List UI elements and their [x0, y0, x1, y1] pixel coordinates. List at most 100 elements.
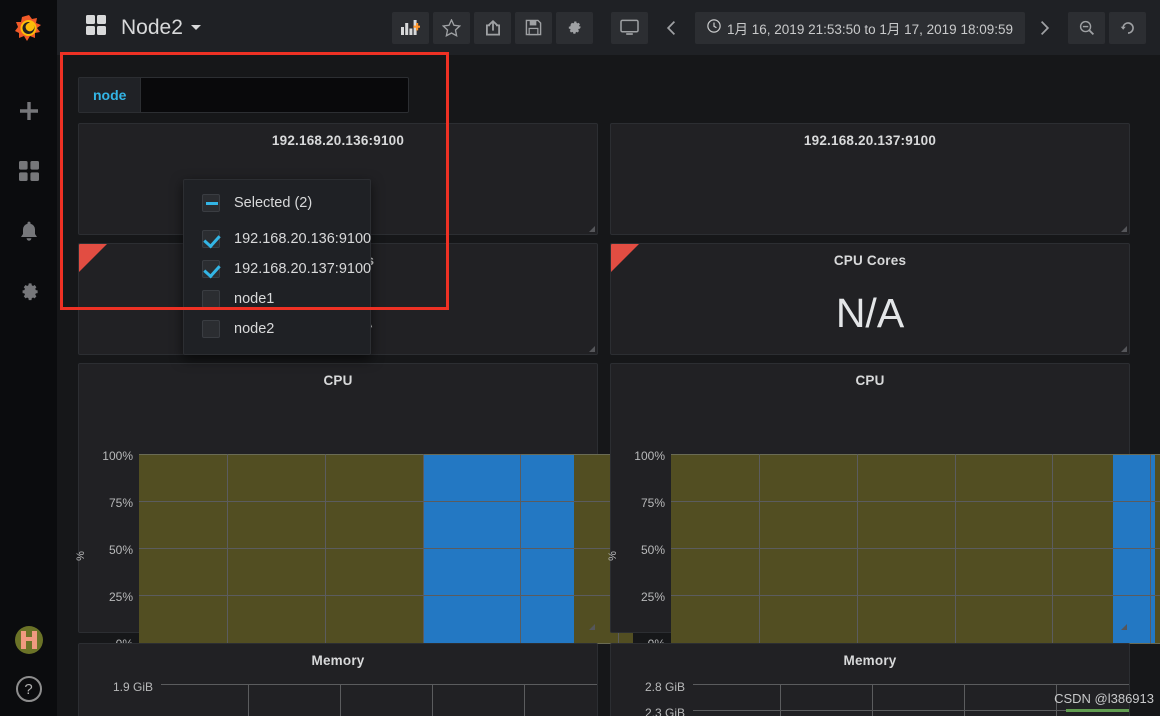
- gridline-h: [139, 595, 633, 596]
- help-question-icon[interactable]: ?: [15, 676, 42, 702]
- dashboard-action-buttons: 1月 16, 2019 21:53:50 to 1月 17, 2019 18:0…: [392, 11, 1150, 44]
- panel-title: Memory: [311, 653, 365, 668]
- y-tick-50: 50%: [640, 543, 665, 557]
- alert-state-icon: !: [79, 244, 107, 272]
- gridline-v: [226, 454, 228, 644]
- gridline-h: [139, 501, 633, 502]
- dropdown-selected-header[interactable]: Selected (2): [184, 188, 370, 224]
- variable-node-input[interactable]: [140, 78, 409, 112]
- checkbox-checked-icon[interactable]: [202, 230, 220, 248]
- dropdown-option-label: node1: [234, 291, 275, 307]
- gridline-v: [954, 454, 956, 644]
- checkbox-partial-icon[interactable]: [202, 194, 220, 212]
- y-tick-25: 25%: [108, 590, 133, 604]
- panel-resize-handle[interactable]: [1121, 226, 1127, 232]
- variable-node-dropdown[interactable]: Selected (2) 192.168.20.136:9100 192.168…: [183, 179, 371, 355]
- gridline-v: [340, 684, 342, 716]
- dropdown-option-3[interactable]: node2: [184, 314, 370, 344]
- gridline-v: [1150, 454, 1152, 644]
- gridline-h: [671, 548, 1160, 549]
- gridline-h: [139, 454, 633, 455]
- panel-title: Memory: [843, 653, 897, 668]
- template-variable-row: node: [78, 77, 410, 113]
- checkbox-unchecked-icon[interactable]: [202, 320, 220, 338]
- panel-title: CPU: [323, 373, 353, 388]
- gridline-v: [758, 454, 760, 644]
- sidebar-bottom: ?: [0, 626, 57, 702]
- time-range-label: 1月 16, 2019 21:53:50 to 1月 17, 2019 18:0…: [727, 21, 1013, 37]
- refresh-button[interactable]: [1109, 11, 1146, 44]
- panel-title: CPU: [855, 373, 885, 388]
- sidebar-item-configuration[interactable]: [16, 278, 42, 304]
- gridline-v: [520, 454, 522, 644]
- gridline-v: [432, 684, 434, 716]
- sidebar-item-alerting[interactable]: [16, 218, 42, 244]
- alert-state-icon: !: [611, 244, 639, 272]
- series-region-idle: [423, 454, 574, 644]
- dropdown-option-0[interactable]: 192.168.20.136:9100: [184, 224, 371, 254]
- y-tick-25: 25%: [640, 590, 665, 604]
- dashboard-title-group[interactable]: Node2: [85, 14, 201, 41]
- gridline-h: [139, 548, 633, 549]
- gridline-h: [671, 454, 1160, 455]
- zoom-out-button[interactable]: [1068, 11, 1105, 44]
- dashboard-body: node 192.168.20.136:9100 192.168.20.137:…: [57, 55, 1160, 716]
- add-panel-button[interactable]: [392, 11, 430, 44]
- time-range-prev-button[interactable]: [652, 12, 689, 44]
- page-title: Node2: [121, 15, 183, 39]
- plot-area: [671, 454, 1160, 644]
- settings-button[interactable]: [556, 11, 594, 44]
- gridline-h: [671, 595, 1160, 596]
- series-region-nodata: [671, 454, 1160, 644]
- left-sidebar: ?: [0, 0, 57, 716]
- dropdown-option-label: 192.168.20.137:9100: [234, 261, 372, 277]
- y-tick-0: 2.3 GiB: [644, 706, 685, 716]
- time-range-picker[interactable]: 1月 16, 2019 21:53:50 to 1月 17, 2019 18:0…: [695, 11, 1025, 44]
- user-avatar-icon[interactable]: [14, 626, 43, 654]
- chevron-down-icon[interactable]: [190, 25, 201, 30]
- dropdown-option-label: node2: [234, 321, 275, 337]
- panel-resize-handle[interactable]: [1121, 624, 1127, 630]
- series-region-idle: [1113, 454, 1156, 644]
- gridline-h: [693, 710, 1129, 711]
- panel-resize-handle[interactable]: [589, 226, 595, 232]
- y-tick-1: 2.8 GiB: [644, 680, 685, 694]
- panel-title: 192.168.20.137:9100: [803, 133, 937, 148]
- top-navbar: Node2 1月 16, 2019 21:53:50 to 1月 17, 201…: [57, 0, 1160, 55]
- checkbox-checked-icon[interactable]: [202, 260, 220, 278]
- star-button[interactable]: [433, 11, 471, 44]
- panel-cpu-left[interactable]: CPU % 100% 75% 50% 25% 0% 00:00: [75, 363, 633, 681]
- dropdown-option-1[interactable]: 192.168.20.137:9100: [184, 254, 372, 284]
- sidebar-item-dashboards[interactable]: [16, 158, 42, 184]
- share-button[interactable]: [474, 11, 512, 44]
- y-tick-0: 1.9 GiB: [112, 680, 153, 694]
- panel-resize-handle[interactable]: [589, 624, 595, 630]
- y-tick-75: 75%: [640, 496, 665, 510]
- dropdown-selected-label: Selected (2): [234, 195, 313, 211]
- panel-cpu-right[interactable]: CPU % 100% 75% 50% 25% 0% 00:00: [607, 363, 1160, 681]
- gridline-v: [324, 454, 326, 644]
- panel-resize-handle[interactable]: [589, 346, 595, 352]
- panel-memory-right[interactable]: Memory 2.8 GiB 2.3 GiB: [610, 643, 1130, 716]
- y-tick-100: 100%: [102, 449, 133, 463]
- variable-node[interactable]: node: [78, 77, 410, 113]
- grafana-dashboard-app: ? Node2 1月 16, 2019 21:53:50 to 1月 17, 2…: [0, 0, 1160, 716]
- sidebar-item-create[interactable]: [16, 98, 42, 124]
- time-range-next-button[interactable]: [1027, 12, 1064, 44]
- panel-cpu-cores-right[interactable]: ! CPU Cores N/A: [610, 243, 1130, 355]
- gridline-h: [161, 684, 597, 685]
- panel-memory-left[interactable]: Memory 1.9 GiB: [78, 643, 598, 716]
- gridline-h: [693, 684, 1129, 685]
- gridline-v: [872, 684, 874, 716]
- panel-resize-handle[interactable]: [1121, 346, 1127, 352]
- checkbox-unchecked-icon[interactable]: [202, 290, 220, 308]
- dashboards-grid-icon: [85, 14, 107, 41]
- grafana-logo-icon[interactable]: [12, 12, 46, 46]
- save-button[interactable]: [515, 11, 553, 44]
- dropdown-option-2[interactable]: node1: [184, 284, 370, 314]
- panel-title: CPU Cores: [833, 253, 907, 268]
- panel-host-right[interactable]: 192.168.20.137:9100: [610, 123, 1130, 235]
- plot-area: [139, 454, 633, 644]
- tv-mode-button[interactable]: [611, 11, 649, 44]
- gridline-v: [248, 684, 250, 716]
